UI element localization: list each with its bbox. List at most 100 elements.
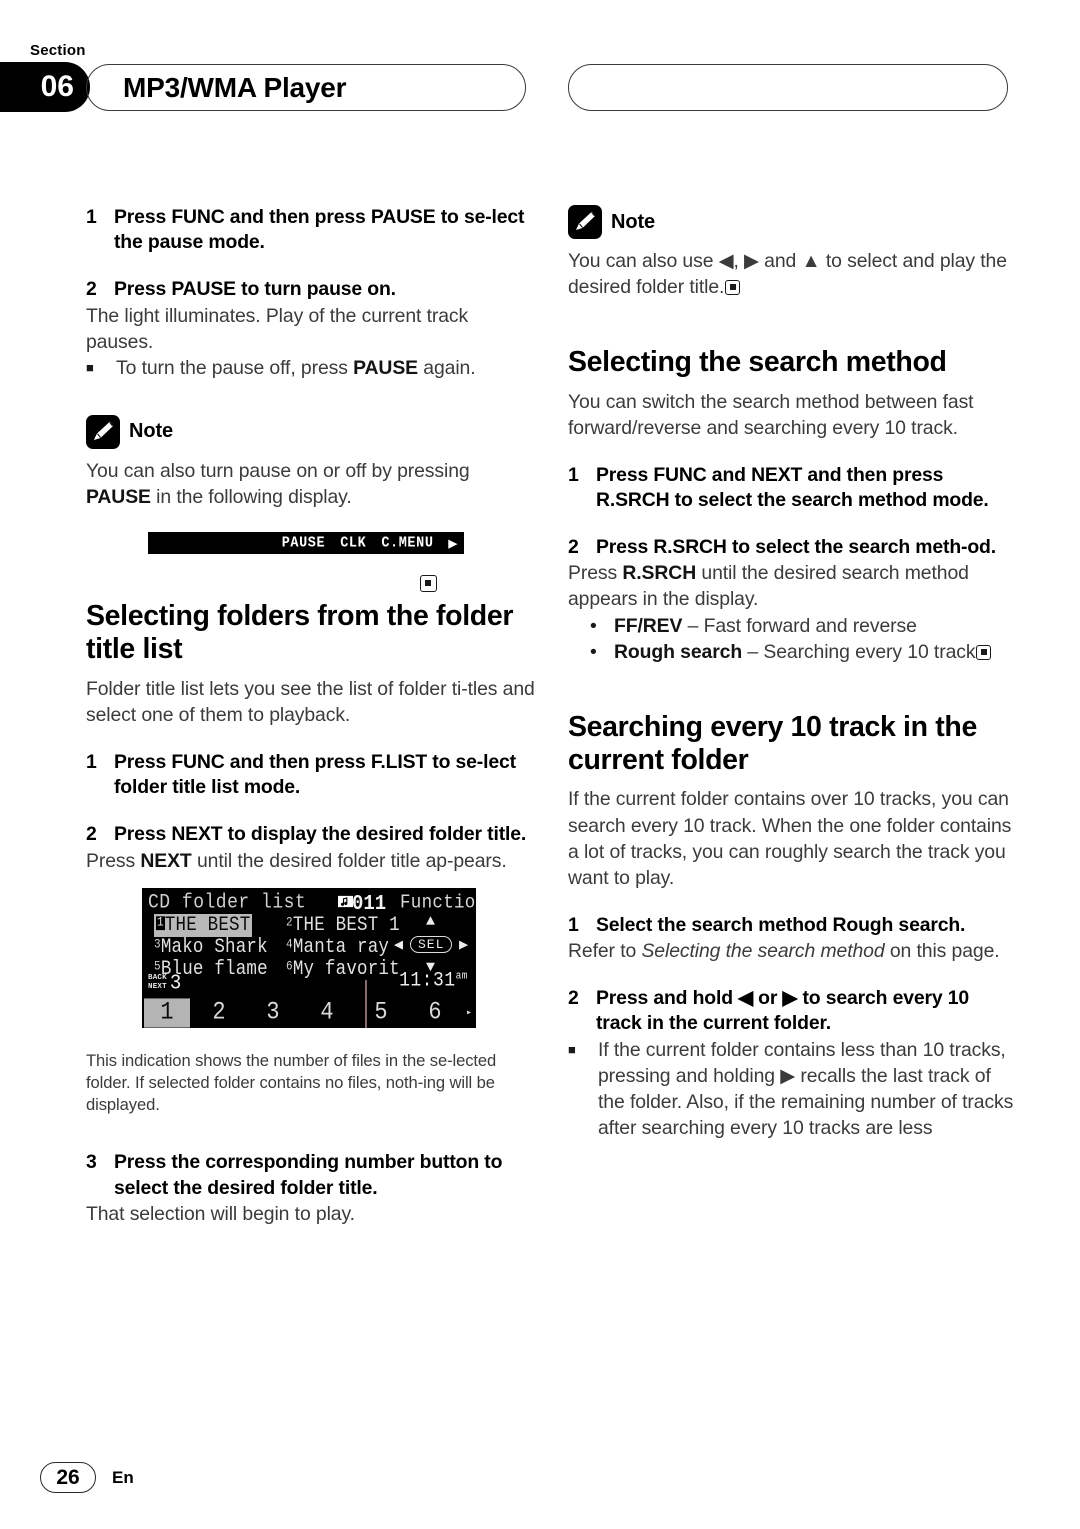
lcd-cmenu-label: C.MENU	[381, 534, 434, 552]
section-label: Section	[30, 42, 86, 59]
number-button-3[interactable]: 3	[246, 999, 300, 1027]
item-index: 4	[286, 938, 293, 952]
list-item[interactable]: 6My favorit	[286, 958, 400, 981]
lcd-clk-label: CLK	[340, 534, 367, 552]
item-index: 3	[154, 938, 161, 952]
step-text: Press and hold ◀ or ▶ to search every 10…	[596, 987, 970, 1035]
step-pause-2-bullet: ■ To turn the pause off, press PAUSE agai…	[86, 355, 536, 381]
option-label: Rough search	[614, 640, 743, 663]
lcd-pause-label: PAUSE	[281, 534, 326, 552]
chevron-left-icon[interactable]: ◀	[394, 938, 403, 953]
item-title: Mako Shark	[160, 935, 268, 959]
lcd-right-arrow-icon: ▶	[448, 537, 457, 550]
note-text-pre: You can also turn pause on or off by pre…	[86, 459, 470, 482]
item-title: THE BEST 1	[292, 913, 400, 937]
step-number: 2	[86, 823, 97, 846]
end-of-note-icon	[420, 575, 437, 592]
option-label: FF/REV	[614, 614, 683, 637]
step-flist-2: 2 Press NEXT to display the desired folde…	[86, 822, 536, 847]
item-index: 2	[286, 916, 293, 930]
end-of-note-marker	[416, 575, 437, 597]
heading-search-method: Selecting the search method	[568, 346, 947, 379]
language-code: En	[112, 1467, 134, 1487]
pencil-icon	[86, 414, 120, 449]
note-text: You can also use ◀, ▶ and ▲ to select an…	[568, 250, 1007, 299]
number-button-2[interactable]: 2	[192, 999, 246, 1027]
next-label: NEXT	[148, 982, 167, 991]
page-footer: 26 En	[40, 1462, 134, 1493]
step-rough-2: 2 Press and hold ◀ or ▶ to search every 1…	[568, 986, 1018, 1036]
right-column: Note You can also use ◀, ▶ and ▲ to sele…	[568, 205, 1018, 1141]
step-text: Press FUNC and then press F.LIST to se-­…	[114, 751, 516, 799]
list-item[interactable]: 3Mako Shark	[154, 936, 268, 959]
callout-pointer-line	[365, 979, 367, 1028]
note-text-post: in the following display.	[150, 486, 352, 509]
step-search-1: 1 Press FUNC and NEXT and then press R.SR…	[568, 463, 1018, 513]
bullet-text-post: again.	[418, 356, 476, 379]
step-flist-3-body: That selection will begin to play.	[86, 1202, 355, 1225]
square-bullet-icon: ■	[568, 1041, 576, 1057]
intro-search-method: You can switch the search method between…	[568, 390, 974, 439]
step-search-2-body: Press R.SRCH until the desired search me…	[568, 560, 1018, 612]
page-header: Section 06 MP3/WMA Player	[0, 0, 1080, 130]
square-bullet-icon: ■	[86, 359, 94, 375]
pencil-icon	[568, 205, 602, 239]
file-count: 3	[169, 970, 182, 995]
step-pause-2-body: The light illuminates. Play of the curre…	[86, 304, 469, 353]
step-number: 1	[86, 206, 97, 228]
bullet-text: If the current folder contains less than…	[598, 1038, 1014, 1139]
item-title: My favorit	[292, 957, 400, 981]
step-text: Press the corresponding number button to…	[114, 1151, 503, 1199]
step-rough-1-body: Refer to Selecting the search method on …	[568, 938, 1018, 964]
step-number: 1	[568, 913, 579, 936]
number-button-5[interactable]: 5	[354, 999, 408, 1027]
dot-bullet-icon: •	[590, 614, 597, 637]
item-title: Manta ray	[292, 935, 390, 959]
number-button-1[interactable]: 1	[144, 998, 190, 1028]
chevron-up-icon[interactable]: ▲	[426, 914, 435, 929]
list-item[interactable]: 1THE BEST	[154, 913, 253, 937]
number-more-arrow-icon[interactable]: ▸	[462, 1007, 476, 1019]
list-item[interactable]: 4Manta ray	[286, 936, 389, 959]
bullet-text-pre: To turn the pause off, press	[116, 356, 354, 379]
number-button-4[interactable]: 4	[300, 999, 354, 1027]
sel-button[interactable]: SEL	[410, 935, 453, 953]
step-number: 2	[86, 278, 97, 301]
chevron-right-icon[interactable]: ▶	[459, 938, 468, 953]
lcd-clock: 11:31am	[399, 969, 468, 991]
back-next-labels: BACK NEXT	[148, 974, 167, 992]
step-flist-2-body: Press NEXT until the desired folder titl…	[86, 848, 536, 874]
step-number: 2	[568, 987, 579, 1010]
body-pre: Press	[86, 849, 141, 872]
step-text: Press FUNC and NEXT and then press R.SRC…	[596, 463, 989, 511]
heading-searching-every-10: Searching every 10 track in the current …	[568, 710, 977, 777]
note-title: Note	[129, 420, 174, 443]
bullet-text-bold: PAUSE	[353, 356, 418, 379]
number-button-6[interactable]: 6	[408, 999, 462, 1027]
step-number: 1	[86, 751, 97, 773]
item-title: THE BEST	[164, 913, 251, 937]
heading-folder-title-list: Selecting folders from the folder title …	[86, 600, 514, 666]
list-item[interactable]: 2THE BEST 1	[286, 914, 400, 937]
option-desc: – Fast forward and reverse	[682, 614, 917, 637]
step-text: Press PAUSE to turn pause on.	[114, 278, 396, 301]
body-pre: Refer to	[568, 940, 642, 963]
intro-searching-every-10: If the current folder contains over 10 t…	[568, 788, 1012, 889]
step-rough-1: 1 Select the search method Rough search.	[568, 913, 1018, 938]
option-desc: – Searching every 10 track	[742, 640, 976, 663]
step-pause-2: 2 Press PAUSE to turn pause on.	[86, 277, 536, 302]
step-number: 1	[568, 463, 579, 486]
item-index: 6	[286, 960, 293, 974]
lcd-header-title: CD folder list	[148, 891, 307, 915]
header-pill-right	[568, 64, 1008, 111]
music-note-icon	[338, 895, 353, 907]
step-flist-3: 3 Press the corresponding number button t…	[86, 1150, 536, 1200]
body-bold: NEXT	[140, 849, 192, 872]
